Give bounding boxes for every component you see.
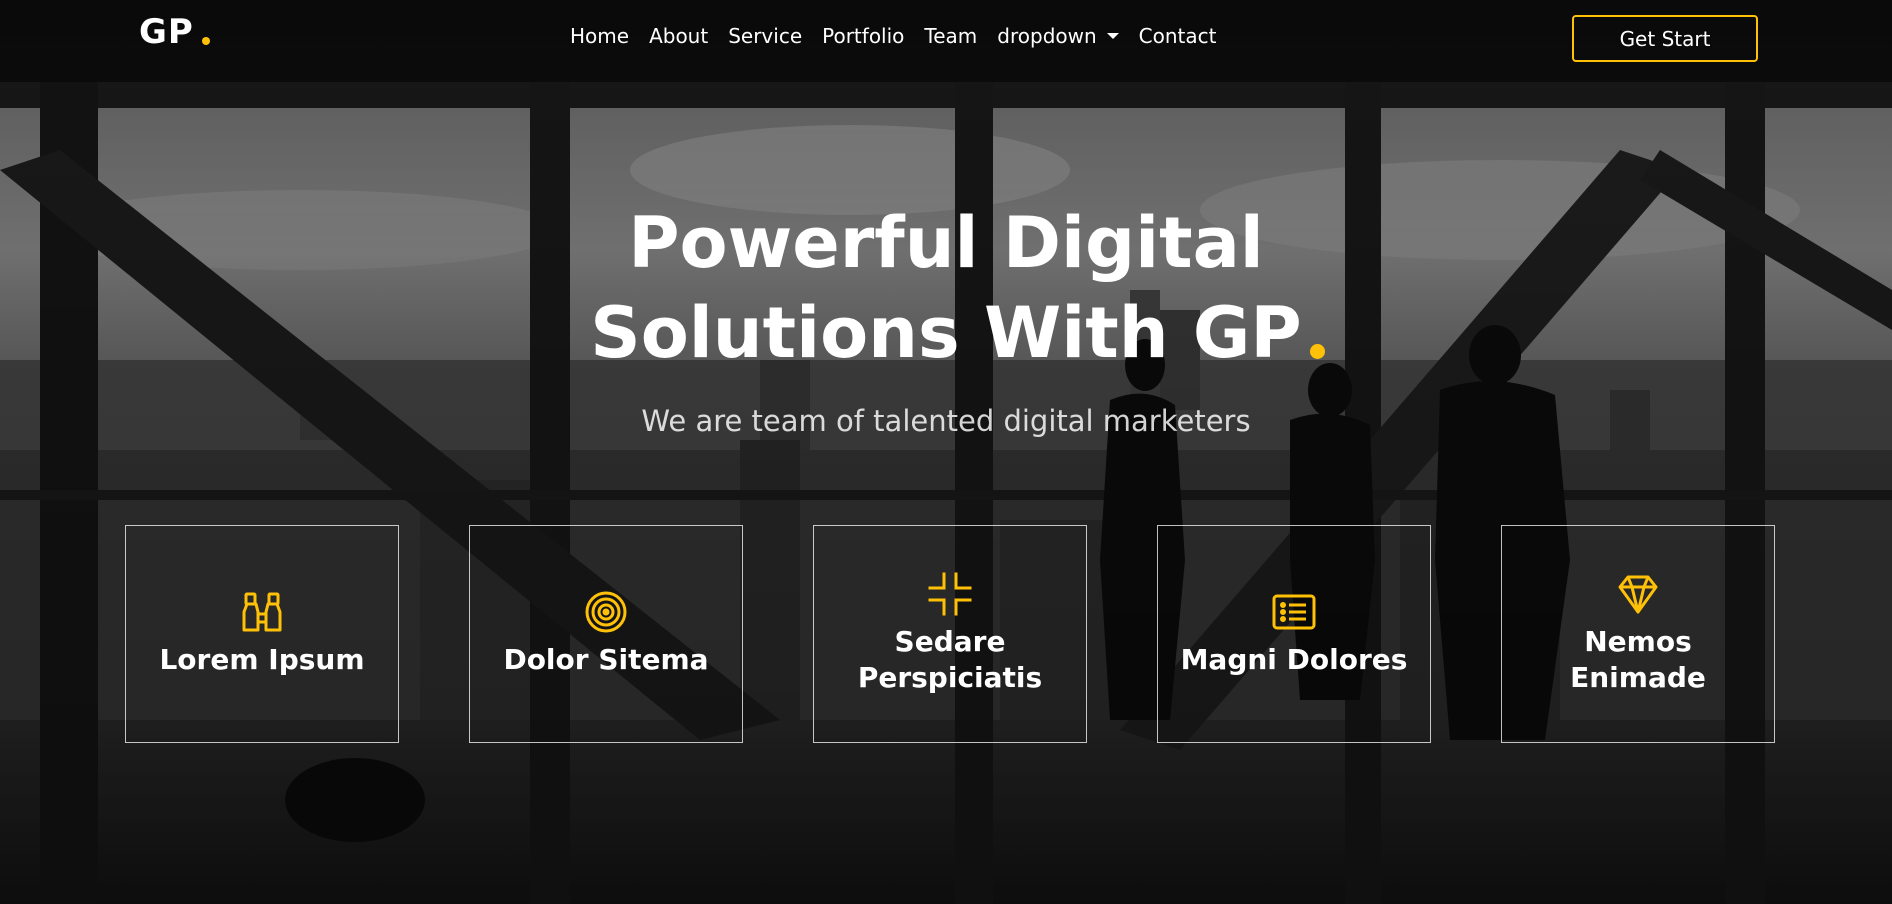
feature-boxes: Lorem Ipsum Dolor Sitema Sedare Perspici… [125,525,1775,743]
list-icon [1272,590,1316,634]
caret-down-icon [1106,33,1119,39]
nav-item-portfolio[interactable]: Portfolio [812,24,914,48]
feature-title: Dolor Sitema [503,643,709,676]
feature-box-sedare-perspiciatis[interactable]: Sedare Perspiciatis [813,525,1087,743]
binoculars-icon [240,590,284,634]
gem-icon [1616,572,1660,616]
feature-title: Magni Dolores [1180,643,1408,676]
logo-accent-dot [202,37,210,45]
nav-item-contact[interactable]: Contact [1129,24,1227,48]
hero-title: Powerful Digital Solutions With GP [446,198,1446,378]
hero-title-line-2: Solutions With GP [590,292,1302,374]
nav-item-home[interactable]: Home [570,24,639,48]
feature-box-magni-dolores[interactable]: Magni Dolores [1157,525,1431,743]
nav-item-dropdown[interactable]: dropdown [987,24,1128,48]
nav-label: Team [924,24,978,48]
nav-item-about[interactable]: About [639,24,718,48]
feature-box-lorem-ipsum[interactable]: Lorem Ipsum [125,525,399,743]
get-start-button[interactable]: Get Start [1572,15,1758,62]
hero-subtitle: We are team of talented digital marketer… [641,404,1251,438]
nav-label: About [649,24,709,48]
feature-title: Lorem Ipsum [159,643,365,676]
shrink-icon [928,572,972,616]
nav-item-team[interactable]: Team [914,24,987,48]
main-nav: Home About Service Portfolio Team dropdo… [570,24,1226,48]
feature-title: Nemos Enimade [1570,625,1706,694]
target-icon [584,590,628,634]
nav-item-service[interactable]: Service [718,24,812,48]
nav-label: Contact [1138,24,1217,48]
logo[interactable]: GP [139,12,194,52]
background-overlay [0,0,1892,904]
hero-accent-dot [1310,344,1325,359]
feature-box-dolor-sitema[interactable]: Dolor Sitema [469,525,743,743]
feature-title: Sedare Perspiciatis [857,625,1043,694]
nav-label: Home [570,24,630,48]
nav-label: Portfolio [822,24,905,48]
nav-label: Service [728,24,803,48]
site-header: GP Home About Service Portfolio Team dro… [0,0,1892,82]
page: GP Home About Service Portfolio Team dro… [0,0,1892,904]
feature-box-nemos-enimade[interactable]: Nemos Enimade [1501,525,1775,743]
nav-label: dropdown [997,24,1097,48]
hero-title-line-1: Powerful Digital [628,202,1264,284]
